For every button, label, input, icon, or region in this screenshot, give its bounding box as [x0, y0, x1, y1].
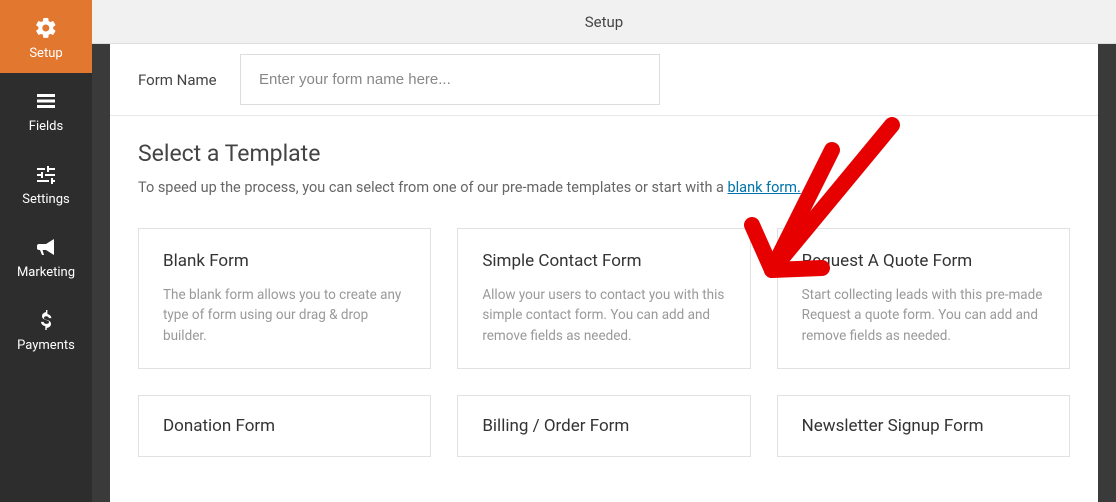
list-icon — [34, 87, 58, 115]
sidebar-item-label: Marketing — [17, 265, 75, 280]
sidebar-item-label: Fields — [29, 119, 63, 134]
template-card-donation[interactable]: Donation Form — [138, 395, 431, 457]
sidebar-item-fields[interactable]: Fields — [0, 73, 92, 146]
template-card-desc: Allow your users to contact you with thi… — [482, 285, 725, 346]
section-title: Select a Template — [138, 140, 1070, 167]
sidebar-item-marketing[interactable]: Marketing — [0, 219, 92, 292]
form-name-label: Form Name — [110, 71, 240, 89]
template-card-title: Billing / Order Form — [482, 416, 725, 436]
template-card-desc: Start collecting leads with this pre-mad… — [802, 285, 1045, 346]
template-card-title: Newsletter Signup Form — [802, 416, 1045, 436]
template-card-title: Blank Form — [163, 251, 406, 271]
sidebar: Setup Fields Settings Marketing Payments — [0, 0, 92, 502]
bullhorn-icon — [34, 233, 58, 261]
dollar-icon — [34, 306, 58, 334]
template-card-desc: The blank form allows you to create any … — [163, 285, 406, 346]
page-title: Setup — [585, 13, 623, 31]
section-desc: To speed up the process, you can select … — [138, 179, 1070, 196]
template-card-title: Request A Quote Form — [802, 251, 1045, 271]
template-grid: Blank Form The blank form allows you to … — [110, 206, 1098, 457]
content: Form Name Select a Template To speed up … — [110, 44, 1098, 502]
sliders-icon — [34, 160, 58, 188]
template-card-simple-contact[interactable]: Simple Contact Form Allow your users to … — [457, 228, 750, 369]
template-card-title: Simple Contact Form — [482, 251, 725, 271]
gear-icon — [34, 14, 58, 42]
form-name-row: Form Name — [110, 44, 1098, 116]
sidebar-item-label: Setup — [29, 46, 62, 61]
template-card-request-quote[interactable]: Request A Quote Form Start collecting le… — [777, 228, 1070, 369]
sidebar-item-settings[interactable]: Settings — [0, 146, 92, 219]
main: Setup Form Name Select a Template To spe… — [92, 0, 1116, 502]
sidebar-item-setup[interactable]: Setup — [0, 0, 92, 73]
template-card-billing[interactable]: Billing / Order Form — [457, 395, 750, 457]
topbar: Setup — [92, 0, 1116, 44]
form-name-input[interactable] — [240, 54, 660, 105]
sidebar-item-label: Payments — [17, 338, 75, 353]
blank-form-link[interactable]: blank form. — [728, 179, 801, 196]
sidebar-item-label: Settings — [22, 192, 69, 207]
template-card-blank[interactable]: Blank Form The blank form allows you to … — [138, 228, 431, 369]
section-desc-text: To speed up the process, you can select … — [138, 179, 728, 196]
sidebar-item-payments[interactable]: Payments — [0, 292, 92, 365]
template-section: Select a Template To speed up the proces… — [110, 116, 1098, 206]
template-card-title: Donation Form — [163, 416, 406, 436]
template-card-newsletter[interactable]: Newsletter Signup Form — [777, 395, 1070, 457]
